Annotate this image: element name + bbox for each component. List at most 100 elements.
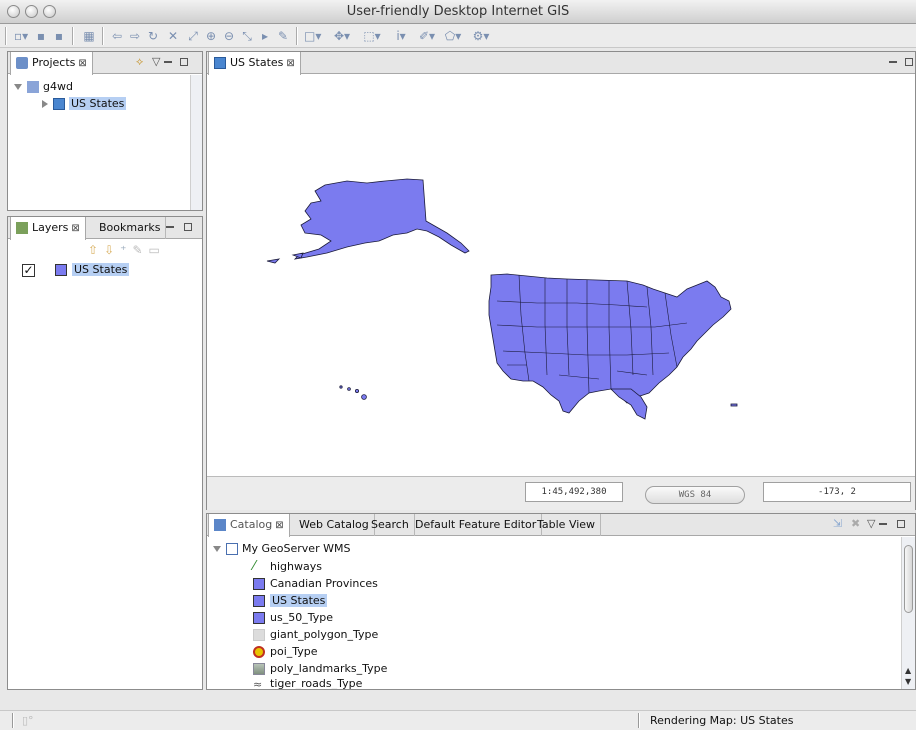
tab-web-catalog[interactable]: Web Catalog — [294, 514, 375, 536]
color-icon[interactable]: □▾ — [304, 28, 321, 44]
tab-projects-label: Projects — [32, 56, 76, 69]
catalog-item[interactable]: ⁄ highways — [253, 558, 322, 575]
tab-map-us-states[interactable]: US States ⊠ — [208, 52, 301, 75]
catalog-root[interactable]: My GeoServer WMS — [213, 540, 350, 557]
tool-icon[interactable]: ⚙▾ — [470, 28, 492, 44]
properties-icon[interactable]: ▦ — [82, 28, 96, 44]
stop-icon[interactable]: ✕ — [166, 28, 180, 44]
edit-icon[interactable]: ✎ — [276, 28, 290, 44]
catalog-item[interactable]: Canadian Provinces — [253, 575, 378, 592]
tab-search[interactable]: Search — [366, 514, 415, 536]
toolbar-separator — [102, 27, 104, 45]
add-layer-icon[interactable]: ⁺ — [120, 243, 132, 257]
refresh-icon[interactable]: ↻ — [146, 28, 160, 44]
info-icon[interactable]: i▾ — [392, 28, 410, 44]
expand-icon[interactable] — [42, 100, 48, 108]
catalog-item[interactable]: ≈ tiger_roads_Type — [253, 677, 362, 689]
edit-layer-icon[interactable]: ✎ — [132, 243, 148, 257]
puerto-rico-shape — [730, 403, 738, 407]
tab-feature-editor-label: Default Feature Editor — [415, 518, 537, 531]
window-title: User-friendly Desktop Internet GIS — [346, 4, 570, 19]
minimize-icon[interactable] — [889, 55, 897, 68]
tree-label: US States — [69, 97, 127, 110]
scrollbar-thumb[interactable] — [904, 545, 913, 613]
tab-layers[interactable]: Layers ⊠ — [10, 217, 86, 240]
catalog-item[interactable]: poly_landmarks_Type — [253, 660, 387, 677]
navigate-icon[interactable]: ✥▾ — [330, 28, 354, 44]
close-icon[interactable]: ⊠ — [286, 58, 294, 69]
link-icon[interactable]: ⟡ — [136, 55, 143, 69]
maximize-icon[interactable] — [180, 220, 192, 233]
status-separator — [12, 713, 14, 728]
minimize-icon[interactable] — [164, 55, 172, 68]
tree-item-us-states[interactable]: US States — [42, 95, 127, 112]
layer-visibility-checkbox[interactable]: ✓ — [22, 263, 35, 277]
tab-search-label: Search — [371, 518, 409, 531]
save-all-icon[interactable]: ▪ — [52, 28, 66, 44]
pan-icon[interactable]: ⤡ — [240, 28, 254, 44]
view-menu-icon[interactable]: ▽ — [867, 517, 875, 530]
catalog-item[interactable]: us_50_Type — [253, 609, 333, 626]
expand-icon[interactable] — [14, 84, 22, 90]
catalog-item[interactable]: US States — [253, 592, 328, 609]
new-icon[interactable]: ▫▾ — [14, 28, 28, 44]
crs-button[interactable]: WGS 84 — [645, 486, 745, 504]
zoom-extent-icon[interactable]: ⤢ — [186, 28, 200, 44]
save-icon[interactable]: ▪ — [34, 28, 48, 44]
tab-layers-label: Layers — [32, 221, 69, 234]
layers-tabstrip: Layers ⊠ Bookmarks — [8, 217, 202, 240]
tab-projects[interactable]: Projects ⊠ — [10, 52, 93, 75]
zoom-out-icon[interactable]: ⊖ — [222, 28, 236, 44]
remove-layer-icon[interactable]: ▭ — [149, 243, 166, 257]
layer-swatch — [55, 264, 67, 276]
catalog-item[interactable]: poi_Type — [253, 643, 318, 660]
line-icon: ⁄ — [253, 559, 256, 574]
tab-catalog-label: Catalog — [230, 518, 273, 531]
tab-table-view[interactable]: Table View — [532, 514, 602, 536]
maximize-icon[interactable] — [176, 55, 188, 68]
draw-icon[interactable]: ✐▾ — [416, 28, 438, 44]
wms-server-icon — [226, 543, 238, 555]
catalog-root-label: My GeoServer WMS — [242, 542, 351, 555]
status-separator — [638, 713, 640, 728]
tab-bookmarks[interactable]: Bookmarks — [94, 217, 167, 239]
catalog-item-label: highways — [270, 560, 322, 573]
feature-icon[interactable]: ⬠▾ — [442, 28, 464, 44]
map-canvas[interactable] — [207, 75, 915, 475]
import-icon[interactable]: ⇲ — [833, 517, 842, 530]
move-up-icon[interactable]: ⇧ — [88, 243, 104, 257]
close-icon[interactable]: ⊠ — [71, 223, 79, 234]
close-icon[interactable]: ⊠ — [275, 520, 283, 531]
maximize-icon[interactable] — [893, 517, 905, 530]
polygon-icon — [253, 578, 265, 590]
scroll-up-icon[interactable]: ▲ — [905, 666, 911, 675]
landmark-icon — [253, 663, 265, 675]
tab-default-feature-editor[interactable]: Default Feature Editor — [410, 514, 543, 536]
minimize-icon[interactable] — [166, 220, 174, 233]
projects-panel: Projects ⊠ ⟡ ▽ g4wd US States — [7, 51, 203, 211]
select-icon[interactable]: ▸ — [258, 28, 272, 44]
scroll-down-icon[interactable]: ▼ — [905, 677, 911, 686]
zoom-in-icon[interactable]: ⊕ — [204, 28, 218, 44]
forward-icon[interactable]: ⇨ — [128, 28, 142, 44]
box-select-icon[interactable]: ⬚▾ — [360, 28, 384, 44]
fast-view-icon[interactable]: ▯° — [22, 714, 34, 727]
close-icon[interactable]: ⊠ — [78, 58, 86, 69]
layer-label: US States — [72, 263, 130, 276]
tab-catalog[interactable]: Catalog ⊠ — [208, 514, 290, 537]
projects-scrollbar[interactable] — [190, 75, 202, 210]
expand-icon[interactable] — [213, 546, 221, 552]
toolbar-separator — [72, 27, 74, 45]
tree-item-g4wd[interactable]: g4wd — [14, 78, 73, 95]
remove-icon[interactable]: ✖ — [851, 517, 860, 530]
view-menu-icon[interactable]: ▽ — [152, 55, 160, 68]
move-down-icon[interactable]: ⇩ — [104, 243, 120, 257]
scale-field[interactable]: 1:45,492,380 — [525, 482, 623, 502]
minimize-icon[interactable] — [879, 517, 887, 530]
layer-item-us-states[interactable]: ✓ US States — [22, 261, 130, 278]
projects-tabstrip: Projects ⊠ ⟡ ▽ — [8, 52, 202, 75]
catalog-scrollbar[interactable]: ▲ ▼ — [901, 537, 915, 689]
catalog-item[interactable]: giant_polygon_Type — [253, 626, 378, 643]
maximize-icon[interactable] — [901, 55, 913, 68]
back-icon[interactable]: ⇦ — [110, 28, 124, 44]
